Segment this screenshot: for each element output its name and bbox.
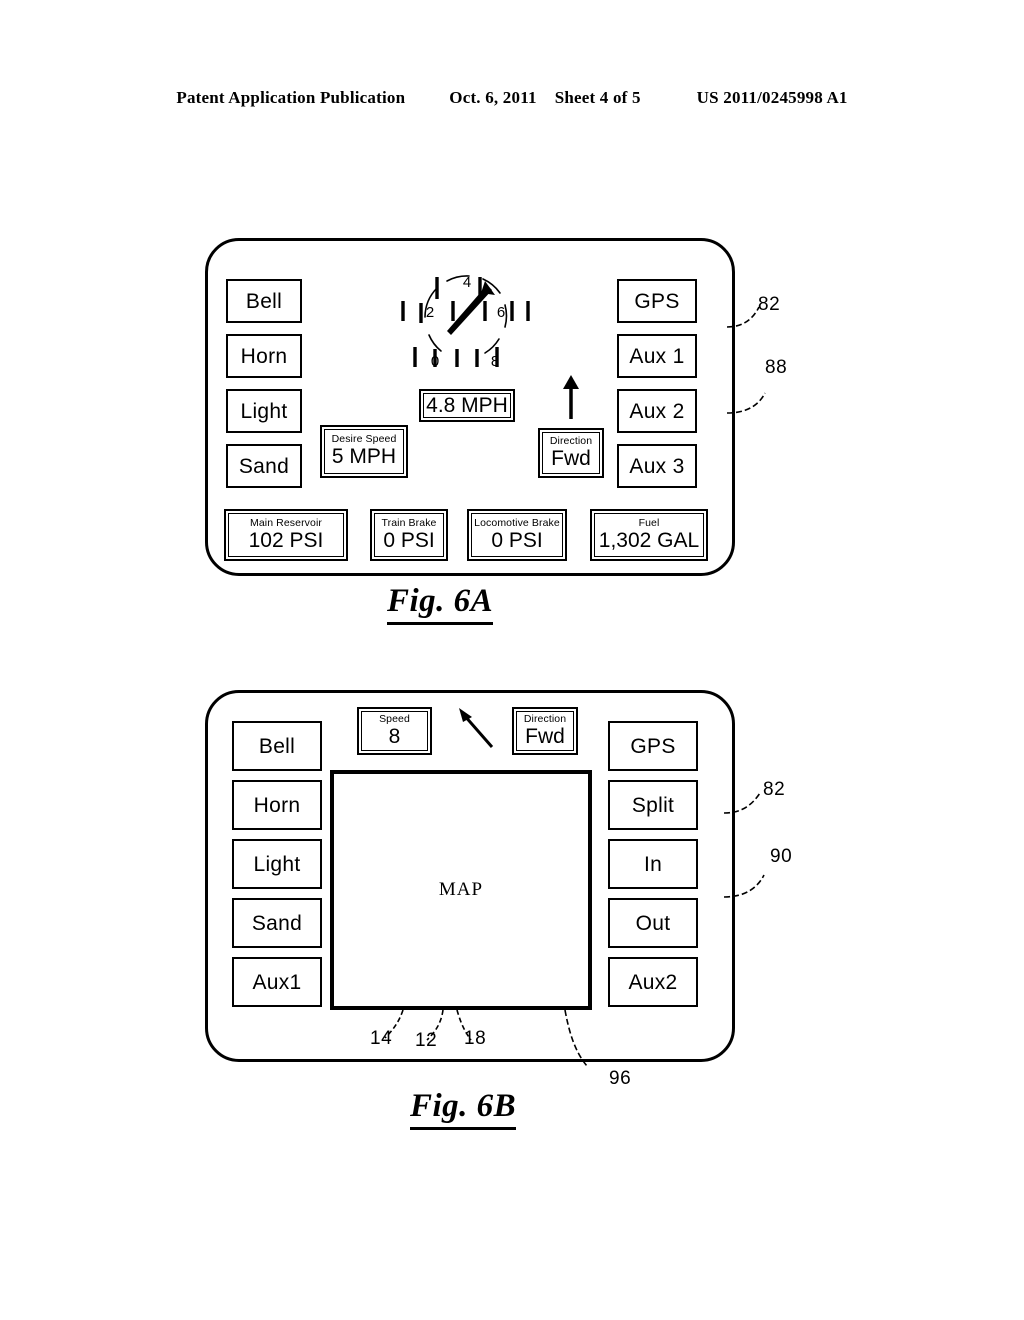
- page-header: Patent Application Publication Oct. 6, 2…: [0, 88, 1024, 108]
- fig6a-direction-label: Direction: [549, 434, 593, 447]
- fig6b-map-label: MAP: [438, 879, 484, 900]
- fig6a-speed-readout-value: 4.8 MPH: [426, 393, 508, 417]
- fig6b-speed-readout: Speed 8: [357, 707, 432, 755]
- fig6a-status-main-reservoir: Main Reservoir 102 PSI: [224, 509, 348, 561]
- fig6a-button-aux3-label: Aux 3: [629, 454, 685, 478]
- header-patent-number: US 2011/0245998 A1: [696, 88, 848, 107]
- fig6a-button-aux2-label: Aux 2: [629, 399, 685, 423]
- fig6a-button-bell[interactable]: Bell: [226, 279, 302, 323]
- fig6a-button-aux2[interactable]: Aux 2: [617, 389, 697, 433]
- fig6b-button-gps-label: GPS: [630, 734, 676, 758]
- fig6a-desire-speed-label: Desire Speed: [331, 433, 397, 446]
- fig6b-ref-14: 14: [370, 1028, 393, 1049]
- fig6a-caption-text: Fig. 6A: [387, 583, 494, 625]
- fig6b-button-horn-label: Horn: [253, 793, 301, 817]
- fig6a-button-aux3[interactable]: Aux 3: [617, 444, 697, 488]
- fig6a-button-light[interactable]: Light: [226, 389, 302, 433]
- fig6b-ref-18: 18: [464, 1028, 487, 1049]
- fig6b-button-sand-label: Sand: [251, 911, 303, 935]
- fig6b-ref-82: 82: [763, 779, 786, 800]
- fig6a-button-light-label: Light: [240, 399, 288, 423]
- fig6a-speed-readout: 4.8 MPH: [419, 389, 515, 422]
- fig6b-button-aux1[interactable]: Aux1: [232, 957, 322, 1007]
- fig6a-status-train-brake-label: Train Brake: [381, 516, 437, 529]
- fig6a-status-main-reservoir-value: 102 PSI: [248, 528, 324, 552]
- fig6b-button-sand[interactable]: Sand: [232, 898, 322, 948]
- fig6a-button-aux1[interactable]: Aux 1: [617, 334, 697, 378]
- fig6a-caption: Fig. 6A: [387, 583, 494, 625]
- fig6b-button-light-label: Light: [253, 852, 301, 876]
- fig6b-button-aux2[interactable]: Aux2: [608, 957, 698, 1007]
- fig6a-status-fuel-label: Fuel: [638, 516, 660, 529]
- fig6b-button-bell-label: Bell: [258, 734, 296, 758]
- fig6b-direction-label: Direction: [523, 712, 567, 725]
- fig6a-button-gps[interactable]: GPS: [617, 279, 697, 323]
- fig6b-button-aux1-label: Aux1: [252, 970, 302, 994]
- fig6a-ref-82: 82: [758, 294, 781, 315]
- fig6b-button-in[interactable]: In: [608, 839, 698, 889]
- fig6a-status-train-brake-value: 0 PSI: [383, 528, 435, 552]
- fig6a-button-bell-label: Bell: [245, 289, 283, 313]
- fig6b-caption-text: Fig. 6B: [410, 1088, 517, 1130]
- fig6b-ref-90: 90: [770, 846, 793, 867]
- fig6a-status-locomotive-brake-value: 0 PSI: [491, 528, 543, 552]
- fig6a-status-locomotive-brake: Locomotive Brake 0 PSI: [467, 509, 567, 561]
- fig6a-direction-readout: Direction Fwd: [538, 428, 604, 478]
- fig6a-desire-speed-readout: Desire Speed 5 MPH: [320, 425, 408, 478]
- fig6b-button-out[interactable]: Out: [608, 898, 698, 948]
- fig6a-button-horn-label: Horn: [240, 344, 288, 368]
- fig6a-status-main-reservoir-label: Main Reservoir: [249, 516, 322, 529]
- header-date: Oct. 6, 2011: [449, 88, 537, 107]
- fig6a-status-train-brake: Train Brake 0 PSI: [370, 509, 448, 561]
- header-sheet-number: Sheet 4 of 5: [554, 88, 641, 107]
- fig6b-button-split-label: Split: [631, 793, 675, 817]
- fig6b-button-horn[interactable]: Horn: [232, 780, 322, 830]
- fig6b-direction-readout: Direction Fwd: [512, 707, 578, 755]
- fig6a-button-sand[interactable]: Sand: [226, 444, 302, 488]
- fig6b-button-split[interactable]: Split: [608, 780, 698, 830]
- fig6b-speed-label: Speed: [379, 712, 410, 725]
- fig6b-button-aux2-label: Aux2: [628, 970, 678, 994]
- fig6b-map-display[interactable]: MAP: [330, 770, 592, 1010]
- fig6b-direction-value: Fwd: [525, 724, 565, 748]
- header-publication-type: Patent Application Publication: [176, 88, 406, 107]
- fig6b-ref-12: 12: [415, 1030, 438, 1051]
- fig6b-speed-value: 8: [388, 724, 401, 748]
- fig6b-ref-96: 96: [609, 1068, 632, 1089]
- fig6b-button-in-label: In: [643, 852, 663, 876]
- fig6a-ref-88: 88: [765, 357, 788, 378]
- fig6a-status-locomotive-brake-label: Locomotive Brake: [474, 516, 560, 529]
- fig6b-button-gps[interactable]: GPS: [608, 721, 698, 771]
- fig6a-status-fuel-value: 1,302 GAL: [598, 528, 700, 552]
- fig6a-button-gps-label: GPS: [634, 289, 680, 313]
- fig6b-button-bell[interactable]: Bell: [232, 721, 322, 771]
- fig6a-direction-value: Fwd: [551, 446, 591, 470]
- fig6a-status-fuel: Fuel 1,302 GAL: [590, 509, 708, 561]
- fig6a-button-horn[interactable]: Horn: [226, 334, 302, 378]
- fig6b-button-light[interactable]: Light: [232, 839, 322, 889]
- fig6b-caption: Fig. 6B: [410, 1088, 517, 1130]
- fig6a-button-aux1-label: Aux 1: [629, 344, 685, 368]
- fig6a-button-sand-label: Sand: [238, 454, 290, 478]
- fig6a-desire-speed-value: 5 MPH: [331, 445, 397, 469]
- fig6b-button-out-label: Out: [635, 911, 671, 935]
